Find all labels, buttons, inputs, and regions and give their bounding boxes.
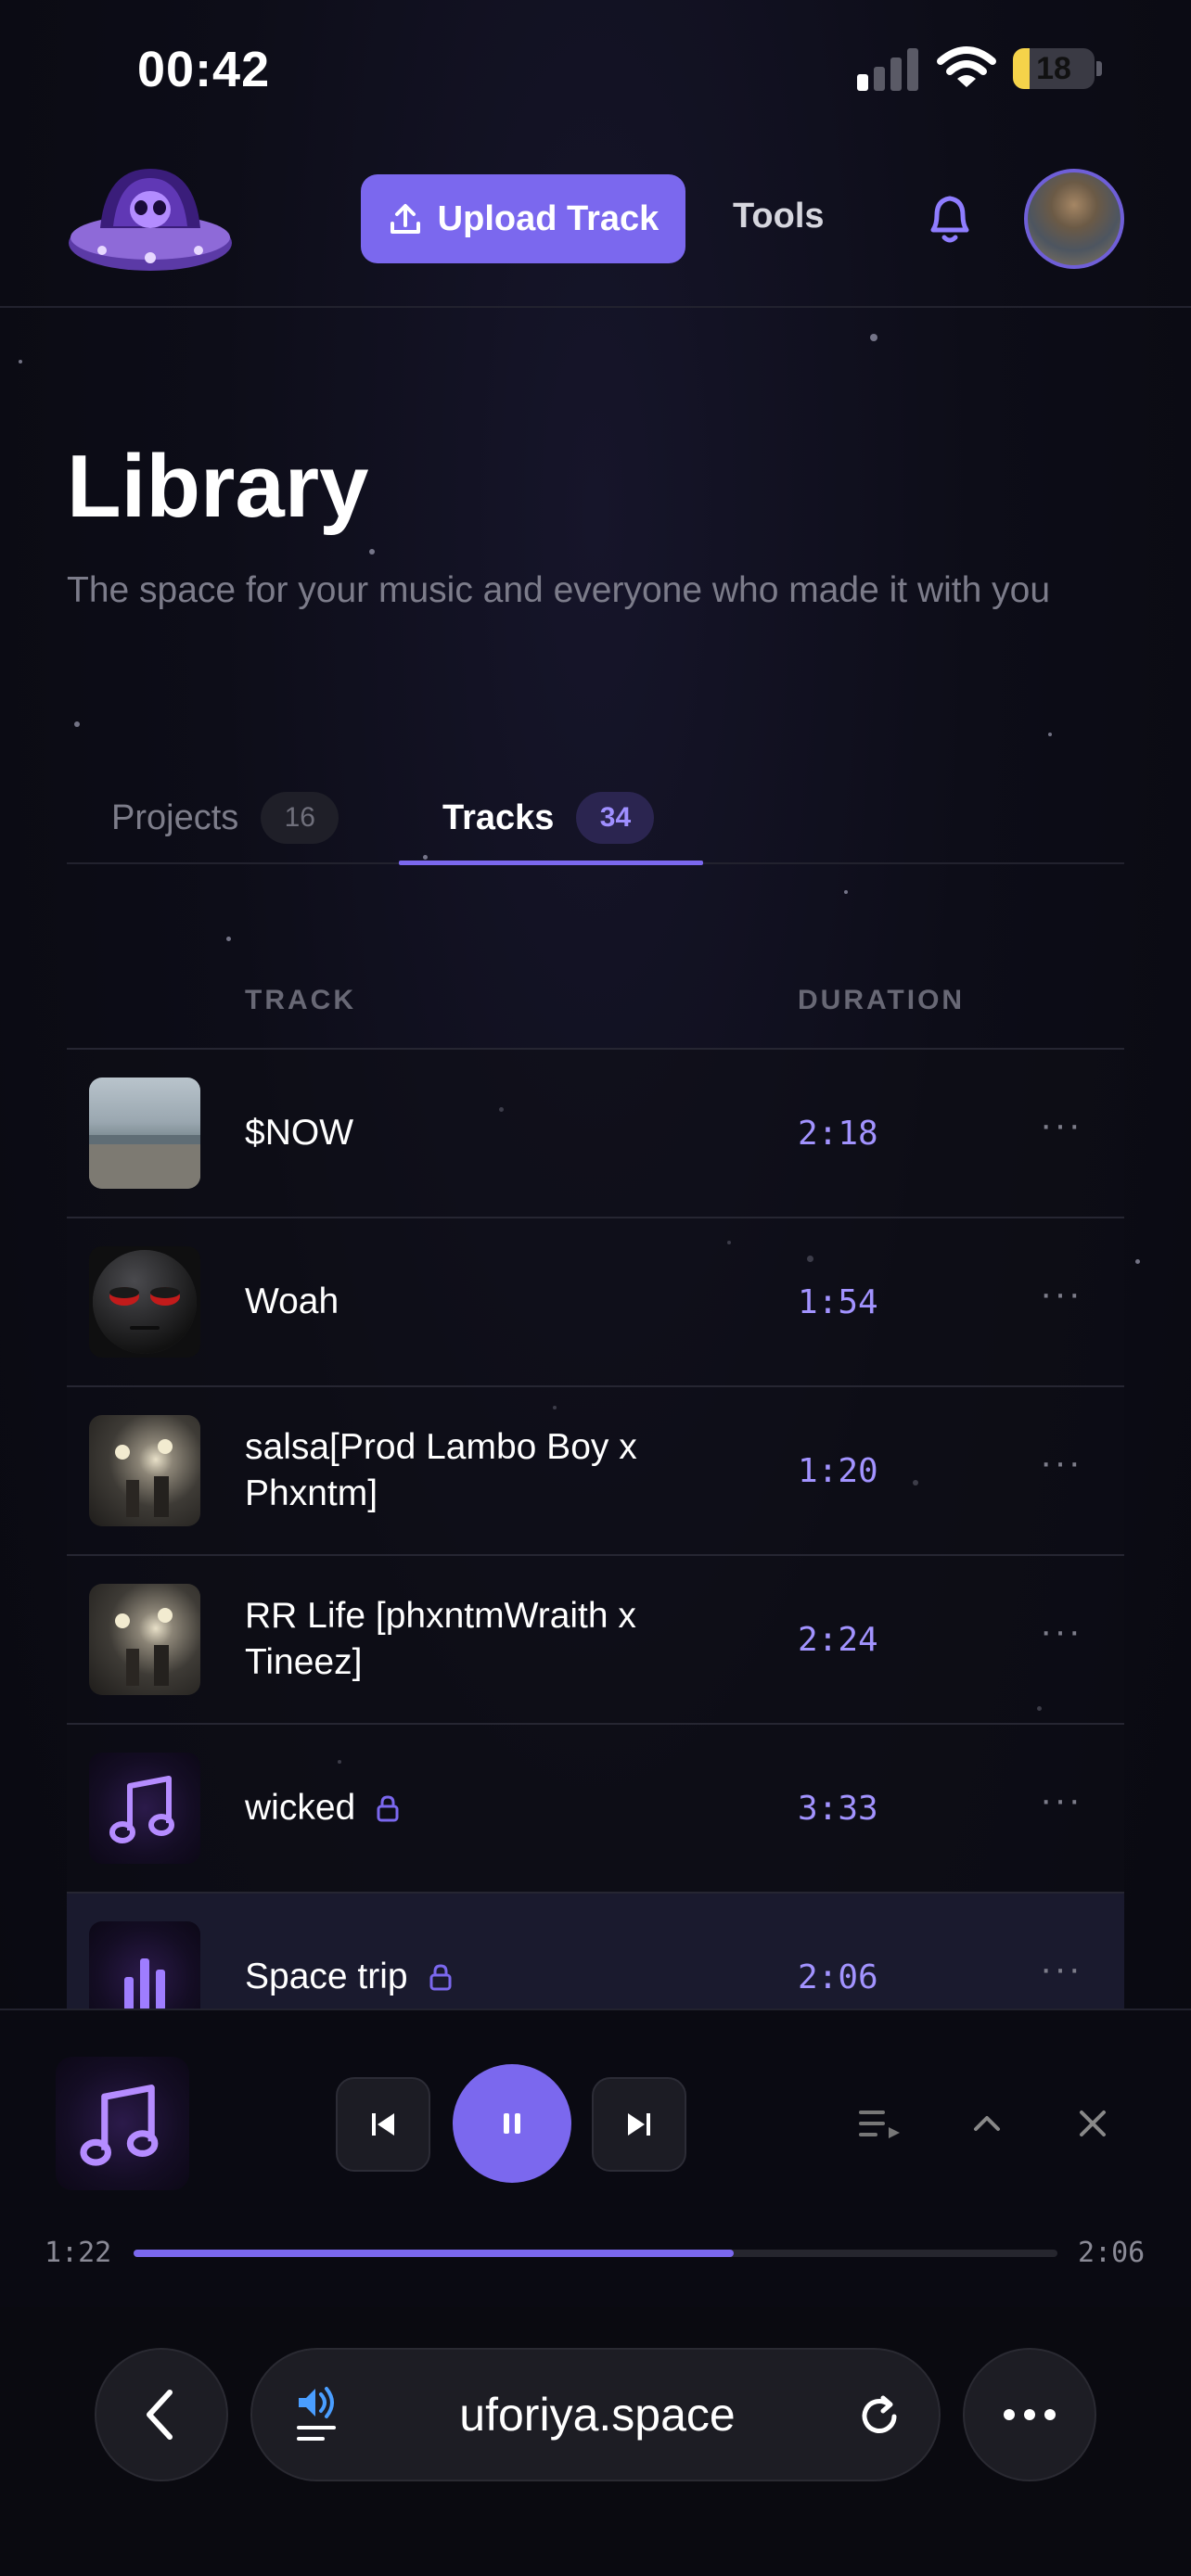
battery-level: 18	[1036, 51, 1071, 86]
tab-projects-label: Projects	[111, 797, 239, 837]
library-tabs: Projects 16 Tracks 34	[67, 770, 1124, 865]
table-row[interactable]: $NOW 2:18 ···	[67, 1050, 1124, 1218]
track-duration: 1:54	[798, 1282, 878, 1321]
page-title: Library	[67, 437, 369, 536]
tab-projects-count: 16	[261, 792, 339, 844]
track-duration: 3:33	[798, 1789, 878, 1828]
tab-tracks[interactable]: Tracks 34	[442, 781, 655, 855]
more-menu-button[interactable]	[963, 2348, 1096, 2481]
table-row[interactable]: Space trip 2:06 ···	[67, 1894, 1124, 2009]
app-header: Upload Track Tools	[0, 139, 1191, 308]
upload-track-label: Upload Track	[437, 198, 660, 238]
progress-bar[interactable]	[134, 2250, 1057, 2257]
active-tab-indicator	[399, 861, 703, 865]
track-title: $NOW	[245, 1050, 727, 1217]
track-title: Space trip	[245, 1894, 727, 2009]
tracks-table-header: TRACK DURATION	[67, 964, 1124, 1050]
more-options-button[interactable]: ···	[1033, 1950, 1089, 1992]
track-title: wicked	[245, 1725, 727, 1892]
url-text: uforiya.space	[459, 2389, 736, 2441]
skip-back-icon	[372, 2113, 394, 2136]
track-duration: 2:18	[798, 1114, 878, 1153]
current-time: 1:22	[45, 2237, 112, 2269]
track-duration: 1:20	[798, 1451, 878, 1490]
tracks-table: $NOW 2:18 ··· Woah 1:54 ··· salsa[Prod L…	[67, 1050, 1124, 2009]
page-subtitle: The space for your music and everyone wh…	[67, 570, 1051, 610]
track-duration: 2:06	[798, 1958, 878, 1996]
progress-fill	[134, 2250, 735, 2257]
table-row[interactable]: salsa[Prod Lambo Boy x Phxntm] 1:20 ···	[67, 1387, 1124, 1556]
mini-player: 1:22 2:06	[0, 2009, 1191, 2307]
table-row[interactable]: wicked 3:33 ···	[67, 1725, 1124, 1894]
upload-icon	[390, 204, 420, 234]
table-row[interactable]: Woah 1:54 ···	[67, 1218, 1124, 1387]
now-playing-artwork[interactable]	[56, 2057, 189, 2190]
close-icon[interactable]	[1072, 2103, 1113, 2144]
upload-track-button[interactable]: Upload Track	[361, 174, 685, 263]
skip-forward-icon	[628, 2113, 650, 2136]
previous-track-button[interactable]	[336, 2077, 430, 2172]
table-row[interactable]: RR Life [phxntmWraith x Tineez] 2:24 ···	[67, 1556, 1124, 1725]
track-title-text: $NOW	[245, 1113, 353, 1153]
track-duration: 2:24	[798, 1620, 878, 1659]
more-options-button[interactable]: ···	[1033, 1275, 1089, 1317]
track-title: Woah	[245, 1218, 727, 1385]
track-title-text: salsa[Prod Lambo Boy x Phxntm]	[245, 1427, 637, 1513]
ufo-logo-icon[interactable]	[65, 161, 236, 280]
cellular-signal-icon	[855, 46, 920, 91]
reload-icon[interactable]	[855, 2392, 903, 2441]
status-bar: 00:42 18	[0, 0, 1191, 139]
tab-tracks-count: 34	[576, 792, 655, 844]
bars-icon	[89, 1921, 200, 2009]
pause-icon	[504, 2113, 520, 2134]
tools-link[interactable]: Tools	[733, 197, 825, 236]
wifi-icon	[937, 46, 996, 87]
queue-icon[interactable]	[855, 2103, 907, 2144]
more-options-button[interactable]: ···	[1033, 1613, 1089, 1654]
track-artwork	[89, 1078, 200, 1189]
back-button[interactable]	[95, 2348, 228, 2481]
track-title-text: Space trip	[245, 1957, 408, 1996]
chevron-left-icon	[147, 2390, 173, 2440]
track-artwork	[89, 1584, 200, 1695]
tab-projects[interactable]: Projects 16	[111, 781, 339, 855]
track-title-text: RR Life [phxntmWraith x Tineez]	[245, 1596, 636, 1682]
lock-icon	[429, 1964, 452, 1991]
lock-icon	[377, 1795, 399, 1822]
total-time: 2:06	[1078, 2237, 1146, 2269]
battery-icon: 18	[1013, 48, 1095, 89]
column-header-track: TRACK	[245, 985, 356, 1015]
track-title-text: Woah	[245, 1282, 339, 1321]
music-note-icon	[89, 1753, 200, 1864]
chevron-up-icon[interactable]	[967, 2103, 1007, 2144]
address-bar[interactable]: uforiya.space	[250, 2348, 941, 2481]
user-avatar[interactable]	[1024, 169, 1124, 269]
pause-button[interactable]	[453, 2064, 571, 2183]
status-time: 00:42	[137, 42, 271, 97]
browser-toolbar: uforiya.space	[0, 2307, 1191, 2576]
track-title: salsa[Prod Lambo Boy x Phxntm]	[245, 1387, 727, 1554]
next-track-button[interactable]	[592, 2077, 686, 2172]
track-artwork	[89, 1246, 200, 1358]
more-options-button[interactable]: ···	[1033, 1781, 1089, 1823]
track-artwork	[89, 1415, 200, 1526]
bell-icon[interactable]	[924, 191, 976, 247]
music-note-icon	[80, 2085, 159, 2166]
tab-tracks-label: Tracks	[442, 797, 555, 837]
track-title: RR Life [phxntmWraith x Tineez]	[245, 1556, 727, 1723]
track-title-text: wicked	[245, 1788, 356, 1828]
more-options-button[interactable]: ···	[1033, 1106, 1089, 1148]
column-header-duration: DURATION	[798, 985, 966, 1015]
more-options-button[interactable]: ···	[1033, 1444, 1089, 1486]
